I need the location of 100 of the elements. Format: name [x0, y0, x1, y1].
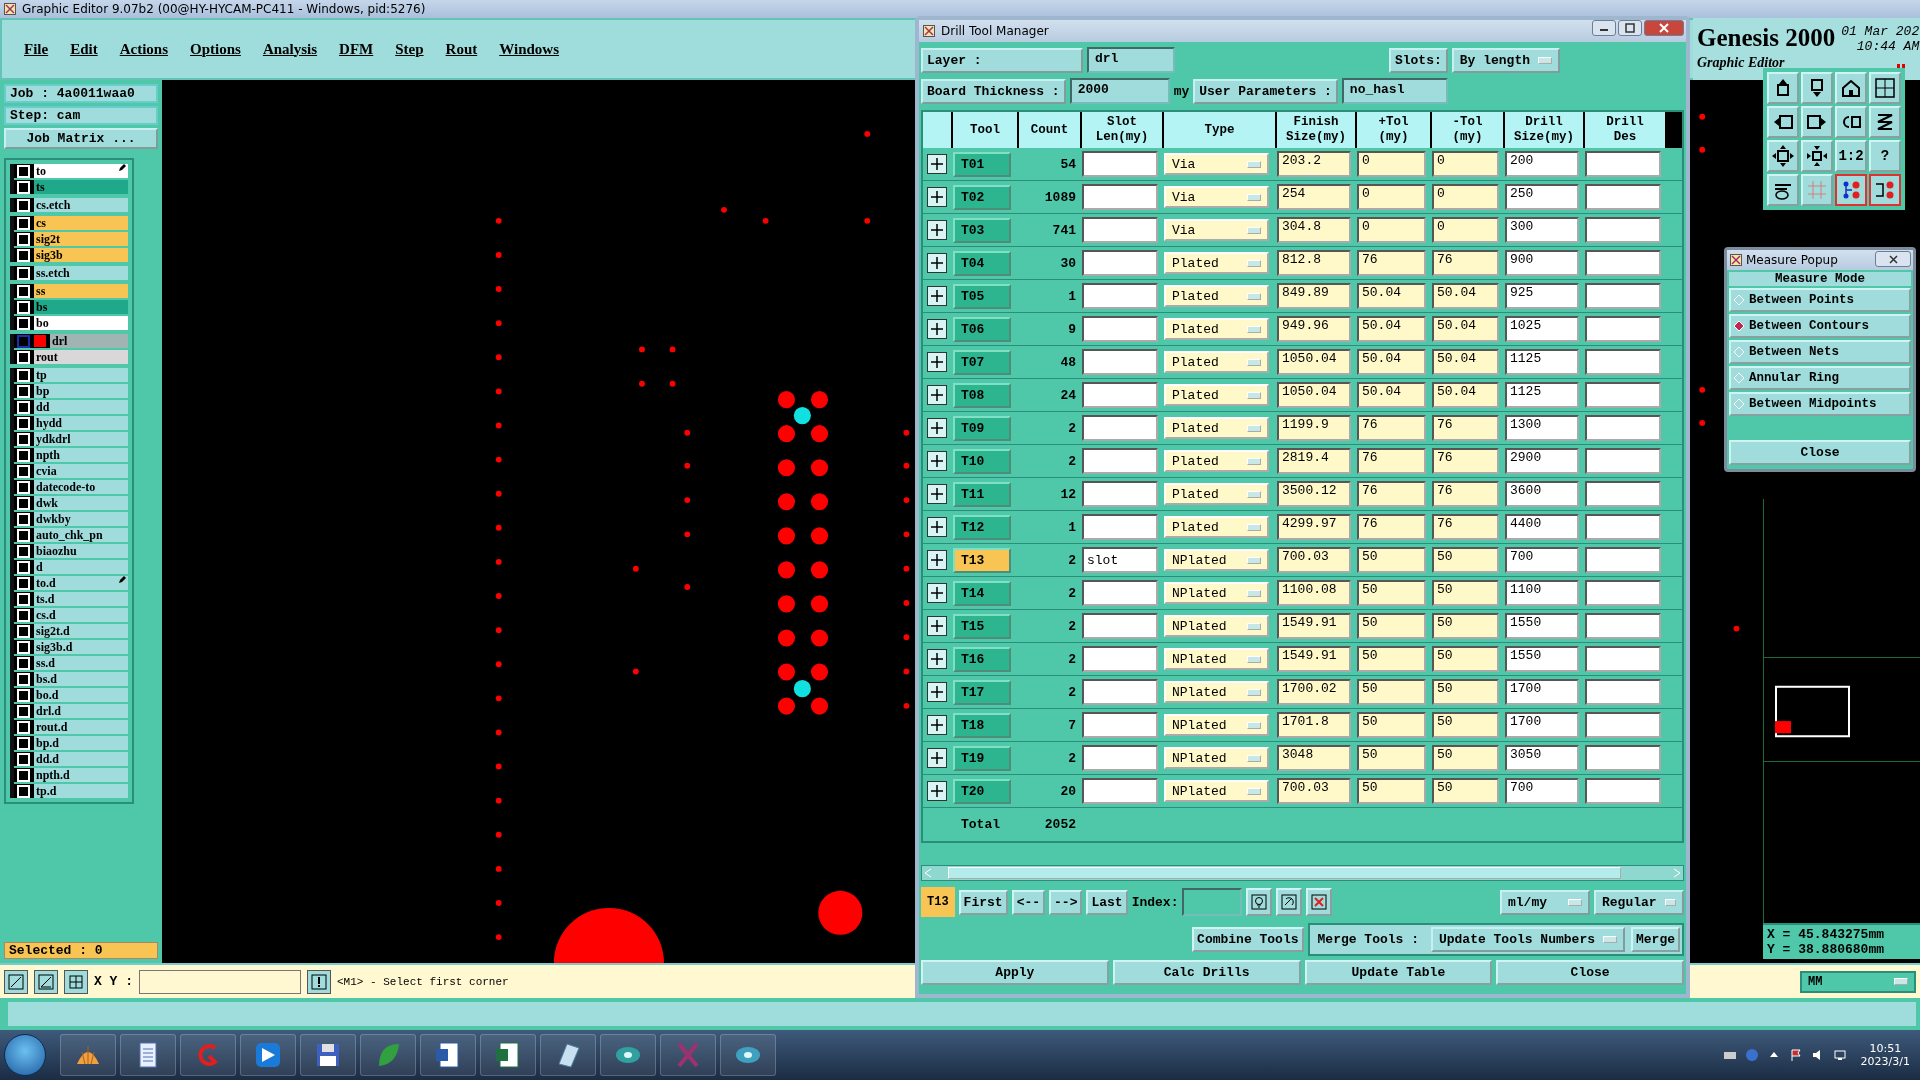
type-dropdown[interactable]: Via	[1164, 219, 1269, 241]
finish-size-field[interactable]: 849.89	[1277, 283, 1351, 309]
drill-size-field[interactable]: 1025	[1505, 316, 1579, 342]
plus-tolerance-field[interactable]: 0	[1357, 184, 1426, 210]
menu-item[interactable]: File	[24, 40, 49, 58]
radio-option[interactable]: Between Contours	[1729, 314, 1911, 338]
drill-size-field[interactable]: 3600	[1505, 481, 1579, 507]
plus-icon[interactable]	[927, 286, 947, 306]
finish-size-field[interactable]: 949.96	[1277, 316, 1351, 342]
plus-icon[interactable]	[927, 319, 947, 339]
type-dropdown[interactable]: NPlated	[1164, 648, 1269, 670]
finish-size-field[interactable]: 304.8	[1277, 217, 1351, 243]
drill-size-field[interactable]: 700	[1505, 778, 1579, 804]
layer-item[interactable]: sig2t	[34, 232, 128, 246]
slot-length-field[interactable]	[1082, 283, 1158, 309]
type-dropdown[interactable]: NPlated	[1164, 714, 1269, 736]
layer-item[interactable]: ss.d	[34, 656, 128, 670]
tool-button[interactable]: T11	[953, 481, 1011, 507]
plus-tolerance-field[interactable]: 50.04	[1357, 382, 1426, 408]
drill-designator-field[interactable]	[1585, 250, 1661, 276]
taskbar-button[interactable]	[540, 1034, 596, 1076]
taskbar-button[interactable]	[300, 1034, 356, 1076]
type-dropdown[interactable]: Via	[1164, 186, 1269, 208]
tool-button[interactable]: T01	[953, 151, 1011, 177]
layer-item[interactable]: drl	[50, 334, 128, 348]
drill-designator-field[interactable]	[1585, 448, 1661, 474]
drill-designator-field[interactable]	[1585, 745, 1661, 771]
drill-size-field[interactable]: 1100	[1505, 580, 1579, 606]
layer-item[interactable]: ss.etch	[34, 266, 128, 280]
menu-item[interactable]: Actions	[119, 40, 168, 58]
finish-size-field[interactable]: 1199.9	[1277, 415, 1351, 441]
layer-item[interactable]: ts	[34, 180, 128, 194]
layer-item[interactable]: cs.etch	[34, 198, 128, 212]
tool-button[interactable]: T19	[953, 745, 1011, 771]
drill-designator-field[interactable]	[1585, 679, 1661, 705]
finish-size-field[interactable]: 1549.91	[1277, 646, 1351, 672]
drill-size-field[interactable]: 4400	[1505, 514, 1579, 540]
minus-tolerance-field[interactable]: 50.04	[1432, 382, 1499, 408]
tool-button[interactable]: T07	[953, 349, 1011, 375]
plus-tolerance-field[interactable]: 0	[1357, 151, 1426, 177]
close-button[interactable]	[1644, 20, 1684, 36]
slot-length-field[interactable]	[1082, 382, 1158, 408]
mode-dropdown[interactable]: Regular	[1594, 889, 1684, 915]
taskbar-button[interactable]	[60, 1034, 116, 1076]
layer-field[interactable]: drl	[1087, 47, 1175, 73]
tool-button[interactable]: T05	[953, 283, 1011, 309]
plus-icon[interactable]	[927, 715, 947, 735]
minus-tolerance-field[interactable]: 50	[1432, 712, 1499, 738]
plus-icon[interactable]	[927, 748, 947, 768]
refresh-icon[interactable]	[1276, 888, 1303, 916]
tool-button[interactable]: T04	[953, 250, 1011, 276]
finish-size-field[interactable]: 1100.08	[1277, 580, 1351, 606]
menu-item[interactable]: Edit	[70, 40, 98, 58]
drill-designator-field[interactable]	[1585, 712, 1661, 738]
merge-option-dropdown[interactable]: Update Tools Numbers	[1430, 927, 1625, 952]
layer-item[interactable]: rout	[34, 350, 128, 364]
slot-length-field[interactable]	[1082, 679, 1158, 705]
toolbar-button[interactable]: 1:2	[1835, 140, 1867, 172]
finish-size-field[interactable]: 812.8	[1277, 250, 1351, 276]
measure-icon[interactable]	[34, 969, 58, 994]
taskbar-button[interactable]	[480, 1034, 536, 1076]
minus-tolerance-field[interactable]: 0	[1432, 184, 1499, 210]
taskbar-button[interactable]	[240, 1034, 296, 1076]
action-button[interactable]: Update Table	[1304, 960, 1493, 985]
minus-tolerance-field[interactable]: 50	[1432, 613, 1499, 639]
plus-icon[interactable]	[927, 682, 947, 702]
tool-button[interactable]: T16	[953, 646, 1011, 672]
minus-tolerance-field[interactable]: 76	[1432, 481, 1499, 507]
plus-icon[interactable]	[927, 781, 947, 801]
toolbar-button[interactable]	[1869, 174, 1901, 206]
radio-option[interactable]: Between Points	[1729, 288, 1911, 312]
layer-item[interactable]: drl.d	[34, 704, 128, 718]
plus-tolerance-field[interactable]: 50	[1357, 580, 1426, 606]
warning-icon[interactable]	[307, 969, 331, 994]
slot-length-field[interactable]	[1082, 778, 1158, 804]
drill-size-field[interactable]: 1300	[1505, 415, 1579, 441]
merge-button[interactable]: Merge	[1631, 927, 1680, 952]
type-dropdown[interactable]: Plated	[1164, 252, 1269, 274]
drill-designator-field[interactable]	[1585, 349, 1661, 375]
type-dropdown[interactable]: NPlated	[1164, 615, 1269, 637]
tool-button[interactable]: T03	[953, 217, 1011, 243]
drill-designator-field[interactable]	[1585, 283, 1661, 309]
network-icon[interactable]	[1832, 1048, 1847, 1062]
close-button[interactable]: Close	[1729, 440, 1911, 465]
slot-length-field[interactable]	[1082, 250, 1158, 276]
nav-button[interactable]: <--	[1011, 889, 1046, 915]
plus-tolerance-field[interactable]: 50.04	[1357, 349, 1426, 375]
minus-tolerance-field[interactable]: 50.04	[1432, 283, 1499, 309]
tool-button[interactable]: T15	[953, 613, 1011, 639]
type-dropdown[interactable]: Plated	[1164, 351, 1269, 373]
slot-length-field[interactable]	[1082, 481, 1158, 507]
plus-icon[interactable]	[927, 616, 947, 636]
plus-tolerance-field[interactable]: 76	[1357, 514, 1426, 540]
type-dropdown[interactable]: NPlated	[1164, 549, 1269, 571]
flag-icon[interactable]	[1788, 1048, 1803, 1062]
plus-icon[interactable]	[927, 154, 947, 174]
finish-size-field[interactable]: 4299.97	[1277, 514, 1351, 540]
slot-length-field[interactable]	[1082, 184, 1158, 210]
minus-tolerance-field[interactable]: 76	[1432, 514, 1499, 540]
nav-button[interactable]: First	[958, 889, 1008, 915]
